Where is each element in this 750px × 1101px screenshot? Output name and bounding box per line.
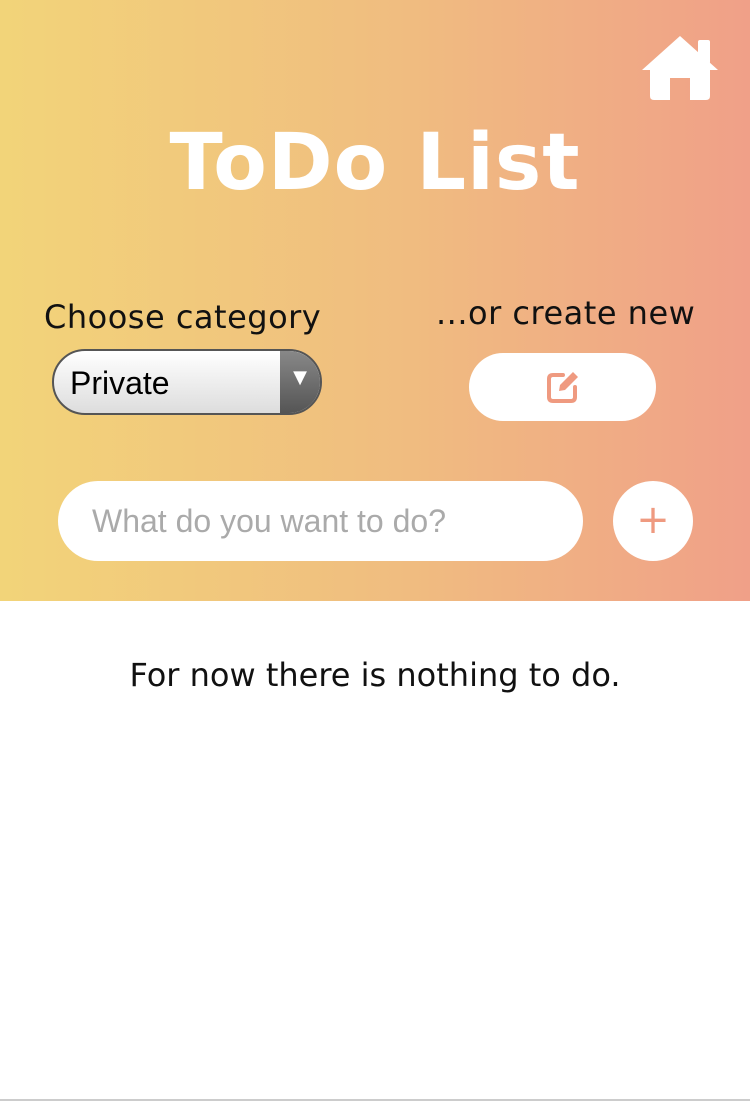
task-input[interactable] — [58, 481, 583, 561]
choose-category-label: Choose category — [44, 298, 322, 336]
header: ToDo List Choose category ...or create n… — [0, 0, 750, 601]
create-new-label: ...or create new — [436, 294, 696, 332]
edit-icon — [546, 372, 578, 403]
home-icon — [642, 36, 718, 100]
add-task-button[interactable]: + — [613, 481, 693, 561]
category-selected-value: Private — [70, 365, 170, 401]
create-category-button[interactable] — [469, 353, 656, 421]
home-button[interactable] — [640, 32, 720, 102]
category-select[interactable]: Private ▼ — [52, 349, 322, 415]
empty-list-message: For now there is nothing to do. — [129, 656, 621, 694]
page-title: ToDo List — [169, 118, 581, 208]
chevron-down-icon: ▼ — [280, 351, 320, 413]
